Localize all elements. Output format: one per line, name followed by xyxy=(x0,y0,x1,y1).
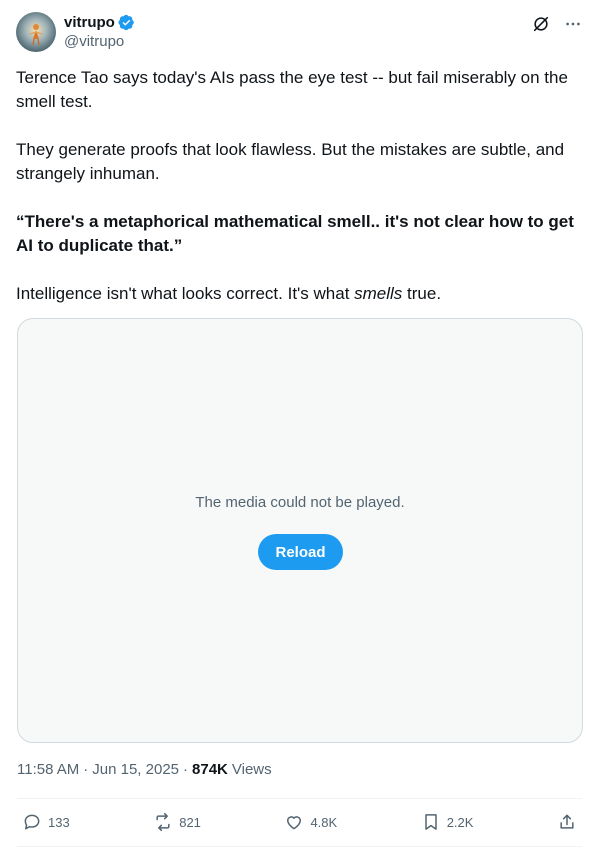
grok-icon[interactable] xyxy=(531,14,551,34)
handle[interactable]: @vitrupo xyxy=(64,33,135,50)
bookmark-icon xyxy=(424,814,437,830)
bookmark-button[interactable]: 2.2K xyxy=(421,812,474,832)
header-actions xyxy=(531,14,583,34)
tweet-text-part: true. xyxy=(402,284,442,303)
reply-button[interactable]: 133 xyxy=(22,812,70,832)
like-button[interactable]: 4.8K xyxy=(284,812,337,832)
action-bar: 133 821 4.8K 2.2K xyxy=(22,811,577,833)
tweet-meta: 11:58 AM · Jun 15, 2025 · 874K Views xyxy=(17,761,272,778)
more-icon[interactable] xyxy=(563,14,583,34)
user-block: vitrupo @vitrupo xyxy=(64,12,135,50)
tweet-paragraph: They generate proofs that look flawless.… xyxy=(16,140,565,183)
tweet-paragraph: Terence Tao says today's AIs pass the ey… xyxy=(16,68,568,111)
like-count: 4.8K xyxy=(310,814,338,830)
tweet-emphasis: smells xyxy=(354,284,403,303)
reload-button[interactable]: Reload xyxy=(258,534,343,570)
meta-separator: · xyxy=(183,761,189,778)
tweet-time[interactable]: 11:58 AM xyxy=(17,761,79,778)
tweet-date[interactable]: Jun 15, 2025 xyxy=(92,761,179,778)
tweet-header: vitrupo @vitrupo xyxy=(16,12,583,54)
reply-icon xyxy=(24,814,40,830)
tweet-paragraph: Intelligence isn't what looks correct. I… xyxy=(16,282,586,306)
meta-separator: · xyxy=(83,761,89,778)
name-row: vitrupo xyxy=(64,12,135,32)
share-button[interactable] xyxy=(557,812,577,832)
verified-badge-icon[interactable] xyxy=(118,14,135,31)
views-count: 874K xyxy=(192,761,228,778)
tweet-text: Terence Tao says today's AIs pass the ey… xyxy=(16,66,586,306)
heart-icon xyxy=(287,816,302,830)
divider xyxy=(17,798,582,799)
repost-button[interactable]: 821 xyxy=(153,812,201,832)
repost-icon xyxy=(156,812,170,832)
avatar[interactable] xyxy=(16,12,56,52)
media-player[interactable]: The media could not be played. Reload xyxy=(17,318,583,743)
reply-count: 133 xyxy=(48,814,70,830)
share-icon xyxy=(560,814,574,829)
media-error-message: The media could not be played. xyxy=(195,494,405,511)
tweet-quote: “There's a metaphorical mathematical sme… xyxy=(16,212,574,255)
bookmark-count: 2.2K xyxy=(446,814,474,830)
tweet-text-part: Intelligence isn't what looks correct. I… xyxy=(16,284,355,303)
views-label: Views xyxy=(231,761,272,778)
display-name[interactable]: vitrupo xyxy=(64,14,115,31)
repost-count: 821 xyxy=(179,814,201,830)
